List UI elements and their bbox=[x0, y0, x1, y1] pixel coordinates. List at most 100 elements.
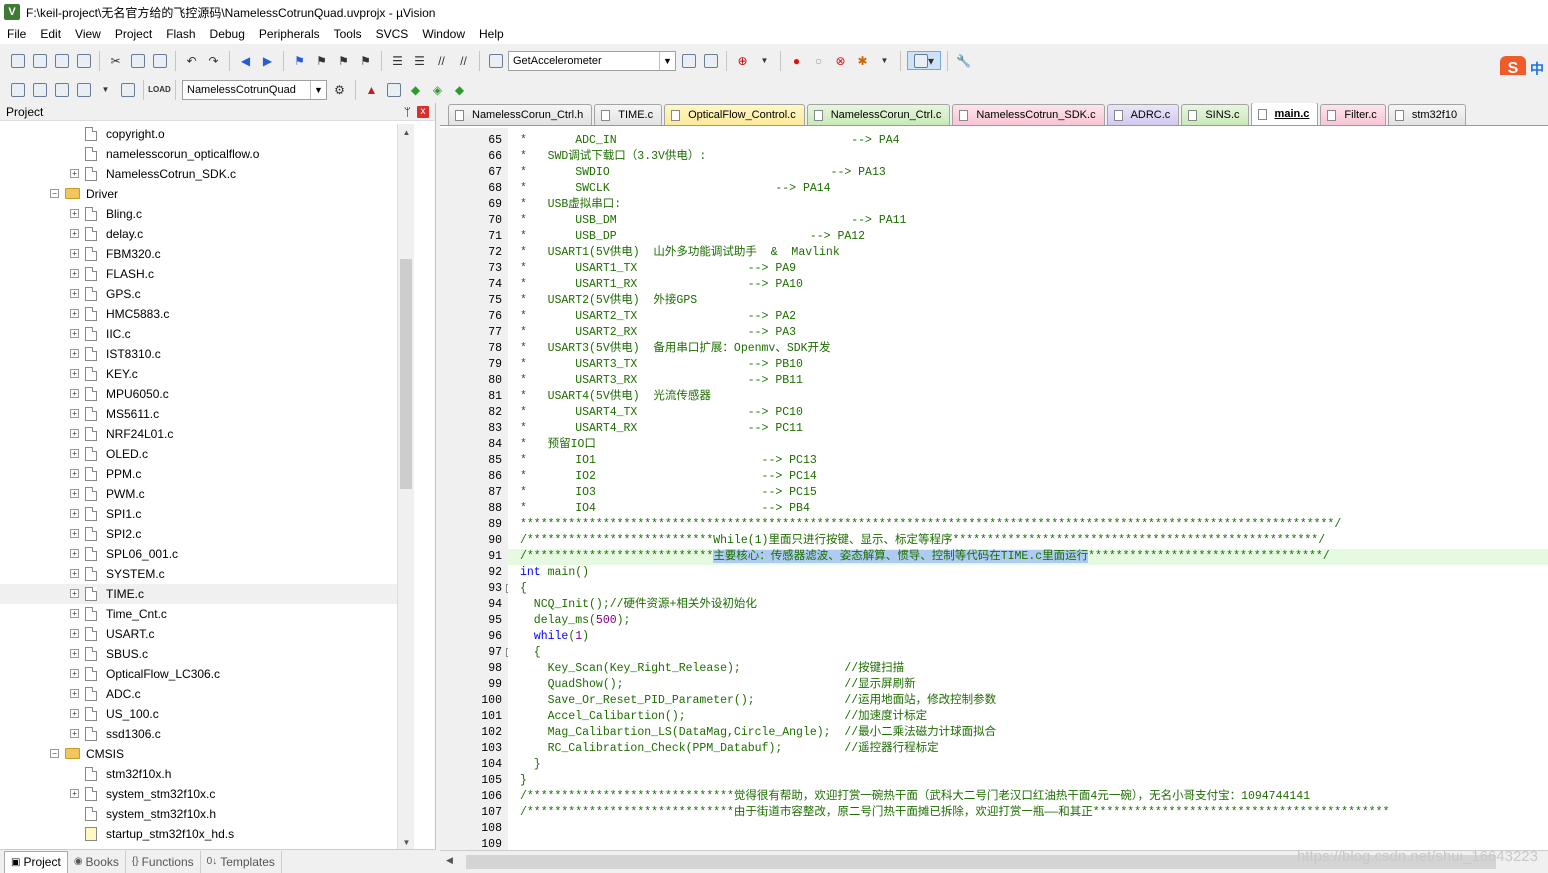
expand-icon[interactable]: + bbox=[70, 369, 79, 378]
tree-item-usart-c[interactable]: + USART.c bbox=[0, 624, 414, 644]
bookmark-icon[interactable]: ⚑ bbox=[290, 51, 309, 70]
tree-item-stm32f10x-h[interactable]: stm32f10x.h bbox=[0, 764, 414, 784]
indent-icon[interactable]: ☰ bbox=[388, 51, 407, 70]
tree-item-spi1-c[interactable]: + SPI1.c bbox=[0, 504, 414, 524]
rebuild-icon[interactable] bbox=[52, 80, 71, 99]
comment-icon[interactable]: // bbox=[432, 51, 451, 70]
expand-icon[interactable]: + bbox=[70, 209, 79, 218]
tree-item-oled-c[interactable]: + OLED.c bbox=[0, 444, 414, 464]
expand-icon[interactable]: + bbox=[70, 449, 79, 458]
tree-item-namelesscorun-opticalflow-o[interactable]: namelesscorun_opticalflow.o bbox=[0, 144, 414, 164]
tree-item-sbus-c[interactable]: + SBUS.c bbox=[0, 644, 414, 664]
expand-icon[interactable]: + bbox=[70, 529, 79, 538]
tree-item-system-c[interactable]: + SYSTEM.c bbox=[0, 564, 414, 584]
configure-icon[interactable]: ✱ bbox=[853, 51, 872, 70]
expand-icon[interactable]: + bbox=[70, 469, 79, 478]
expand-icon[interactable]: + bbox=[70, 689, 79, 698]
chevron-down-icon[interactable]: ▼ bbox=[310, 80, 326, 99]
expand-icon[interactable]: + bbox=[70, 509, 79, 518]
file-tab-stm32f10[interactable]: stm32f10 bbox=[1387, 104, 1467, 125]
collapse-icon[interactable]: − bbox=[50, 189, 59, 198]
menu-svcs[interactable]: SVCS bbox=[369, 24, 416, 44]
debug-session-icon[interactable]: ⊕ bbox=[733, 51, 752, 70]
tree-item-spi2-c[interactable]: + SPI2.c bbox=[0, 524, 414, 544]
chevron-down-icon[interactable]: ▼ bbox=[875, 51, 894, 70]
file-tab-adrc-c[interactable]: ADRC.c bbox=[1106, 104, 1180, 125]
save-all-icon[interactable] bbox=[74, 51, 93, 70]
tree-item-system-stm32f10x-h[interactable]: system_stm32f10x.h bbox=[0, 804, 414, 824]
uncomment-icon[interactable]: // bbox=[454, 51, 473, 70]
expand-icon[interactable]: + bbox=[70, 629, 79, 638]
navigate-back-icon[interactable]: ◀ bbox=[236, 51, 255, 70]
paste-icon[interactable] bbox=[150, 51, 169, 70]
expand-icon[interactable]: + bbox=[70, 409, 79, 418]
scroll-up-icon[interactable]: ▲ bbox=[398, 124, 415, 141]
run-time-environment-icon[interactable]: ◆ bbox=[450, 80, 469, 99]
wrench-icon[interactable]: 🔧 bbox=[954, 51, 973, 70]
expand-icon[interactable]: + bbox=[70, 249, 79, 258]
menu-edit[interactable]: Edit bbox=[33, 24, 68, 44]
tree-item-fbm320-c[interactable]: + FBM320.c bbox=[0, 244, 414, 264]
pane-tab-books[interactable]: ◉ Books bbox=[68, 850, 126, 873]
scroll-left-icon[interactable]: ◀ bbox=[446, 855, 453, 866]
chevron-down-icon[interactable]: ▼ bbox=[755, 51, 774, 70]
pane-tab-functions[interactable]: {} Functions bbox=[126, 850, 201, 873]
menu-tools[interactable]: Tools bbox=[327, 24, 369, 44]
find-in-files-icon[interactable] bbox=[486, 51, 505, 70]
tree-item-mpu6050-c[interactable]: + MPU6050.c bbox=[0, 384, 414, 404]
expand-icon[interactable]: + bbox=[70, 709, 79, 718]
project-tree-scrollbar[interactable]: ▲ ▼ bbox=[397, 124, 414, 851]
tree-item-delay-c[interactable]: + delay.c bbox=[0, 224, 414, 244]
file-tab-time-c[interactable]: TIME.c bbox=[594, 104, 663, 125]
tree-item-time-c[interactable]: + TIME.c bbox=[0, 584, 414, 604]
next-bookmark-icon[interactable]: ⚑ bbox=[334, 51, 353, 70]
pane-tab-project[interactable]: ▣ Project bbox=[4, 850, 68, 873]
expand-icon[interactable]: + bbox=[70, 169, 79, 178]
download-icon[interactable]: LOAD bbox=[148, 80, 171, 99]
expand-icon[interactable]: + bbox=[70, 389, 79, 398]
menu-debug[interactable]: Debug bbox=[203, 24, 252, 44]
translate-icon[interactable] bbox=[8, 80, 27, 99]
chevron-down-icon[interactable]: ▼ bbox=[659, 51, 675, 70]
manage-components-icon[interactable]: ▲ bbox=[362, 80, 381, 99]
tree-item-key-c[interactable]: + KEY.c bbox=[0, 364, 414, 384]
expand-icon[interactable]: + bbox=[70, 349, 79, 358]
expand-icon[interactable]: + bbox=[70, 729, 79, 738]
expand-icon[interactable]: + bbox=[70, 429, 79, 438]
menu-peripherals[interactable]: Peripherals bbox=[252, 24, 327, 44]
menu-view[interactable]: View bbox=[68, 24, 108, 44]
file-tab-opticalflow-control-c[interactable]: OpticalFlow_Control.c bbox=[664, 104, 805, 125]
expand-icon[interactable]: + bbox=[70, 549, 79, 558]
save-icon[interactable] bbox=[52, 51, 71, 70]
target-options-icon[interactable]: ⚙ bbox=[330, 80, 349, 99]
file-tab-filter-c[interactable]: Filter.c bbox=[1320, 104, 1386, 125]
navigate-forward-icon[interactable]: ▶ bbox=[258, 51, 277, 70]
file-tab-main-c[interactable]: main.c bbox=[1250, 103, 1319, 125]
tree-item-ist8310-c[interactable]: + IST8310.c bbox=[0, 344, 414, 364]
tree-item-opticalflow-lc306-c[interactable]: + OpticalFlow_LC306.c bbox=[0, 664, 414, 684]
menu-flash[interactable]: Flash bbox=[159, 24, 202, 44]
file-tab-namelesscorun-ctrl-c[interactable]: NamelessCorun_Ctrl.c bbox=[806, 104, 951, 125]
expand-icon[interactable]: + bbox=[70, 569, 79, 578]
menu-window[interactable]: Window bbox=[415, 24, 472, 44]
undo-icon[interactable]: ↶ bbox=[182, 51, 201, 70]
tree-item-iic-c[interactable]: + IIC.c bbox=[0, 324, 414, 344]
tree-item-copyright-o[interactable]: copyright.o bbox=[0, 124, 414, 144]
tree-item-namelesscotrun-sdk-c[interactable]: + NamelessCotrun_SDK.c bbox=[0, 164, 414, 184]
prev-bookmark-icon[interactable]: ⚑ bbox=[312, 51, 331, 70]
find-icon[interactable] bbox=[679, 51, 698, 70]
chevron-down-icon[interactable]: ▼ bbox=[96, 80, 115, 99]
select-packs-icon[interactable]: ◆ bbox=[406, 80, 425, 99]
menu-project[interactable]: Project bbox=[108, 24, 159, 44]
unindent-icon[interactable]: ☰ bbox=[410, 51, 429, 70]
pane-tab-templates[interactable]: 0↓ Templates bbox=[201, 850, 282, 873]
expand-icon[interactable]: + bbox=[70, 289, 79, 298]
file-extensions-icon[interactable] bbox=[384, 80, 403, 99]
expand-icon[interactable]: + bbox=[70, 269, 79, 278]
tree-item-flash-c[interactable]: + FLASH.c bbox=[0, 264, 414, 284]
window-layout-icon[interactable]: ▾ bbox=[907, 51, 941, 70]
target-combo[interactable]: NamelessCotrunQuad ▼ bbox=[182, 79, 327, 100]
collapse-icon[interactable]: − bbox=[50, 749, 59, 758]
redo-icon[interactable]: ↷ bbox=[204, 51, 223, 70]
expand-icon[interactable]: + bbox=[70, 589, 79, 598]
